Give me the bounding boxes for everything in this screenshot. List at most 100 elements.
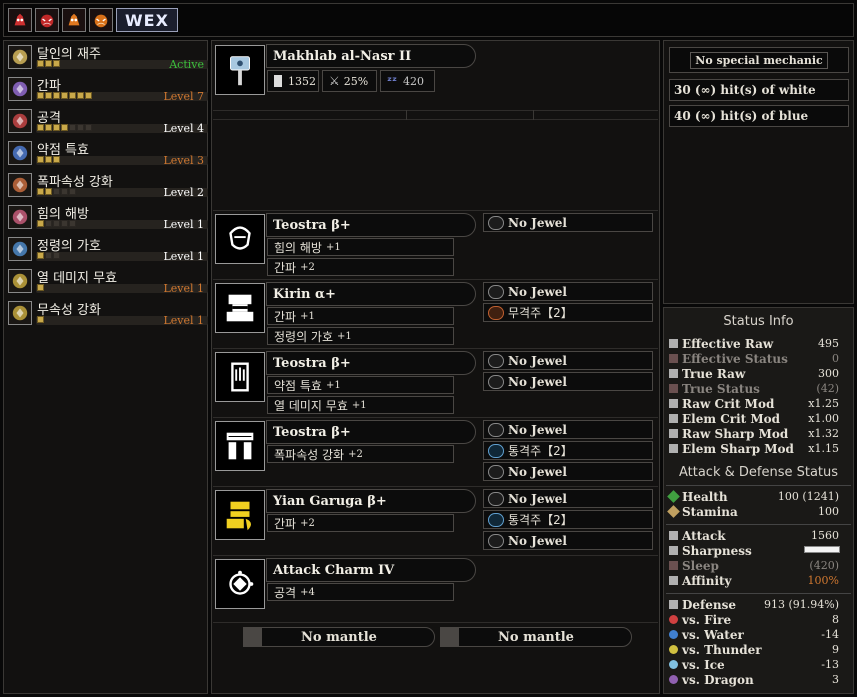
skill-row[interactable]: 약점 특효 Level 3 — [6, 138, 208, 168]
decoration-slot[interactable]: No Jewel — [483, 351, 653, 370]
yellow-skill-icon — [8, 269, 32, 293]
armor-name[interactable]: Teostra β+ — [266, 420, 476, 444]
stat-row: vs. Water -14 — [664, 628, 853, 642]
blue-skill-icon — [8, 141, 32, 165]
armor-skill-name: 열 데미지 무효 — [274, 398, 348, 413]
armor-name[interactable]: Teostra β+ — [266, 351, 476, 375]
skill-row[interactable]: 간파 Level 7 — [6, 74, 208, 104]
decoration-slot[interactable]: No Jewel — [483, 531, 653, 550]
stat-label: Defense — [682, 598, 736, 612]
mantle-label: No mantle — [301, 629, 377, 645]
skill-row[interactable]: 힘의 해방 Level 1 — [6, 202, 208, 232]
decoration-label: No Jewel — [508, 422, 567, 437]
empty-slot-icon — [488, 374, 504, 389]
armor-skill: 공격 +4 — [267, 583, 454, 601]
orange-monster-icon-1[interactable] — [62, 8, 86, 32]
skill-row[interactable]: 폭파속성 강화 Level 2 — [6, 170, 208, 200]
stat-label: vs. Fire — [682, 613, 732, 627]
weapon-element: ᶻᶻ 420 — [380, 70, 435, 92]
armor-skill-name: 공격 — [274, 585, 297, 600]
armor-skill: 힘의 해방 +1 — [267, 238, 454, 256]
waist-icon[interactable] — [215, 421, 265, 471]
orange-skill-icon — [8, 173, 32, 197]
mantle-slot-2[interactable]: No mantle — [440, 627, 632, 647]
decoration-slot[interactable]: No Jewel — [483, 282, 653, 301]
sharpness-bar — [804, 546, 840, 553]
skill-row[interactable]: 무속성 강화 Level 1 — [6, 298, 208, 328]
armor-skill-points: +2 — [348, 448, 363, 460]
red-jewel-icon — [488, 305, 504, 320]
level-pip — [53, 156, 60, 163]
stat-row: Effective Raw 495 — [664, 337, 853, 351]
armor-row-separator — [213, 486, 658, 487]
orange-monster-icon-2[interactable] — [89, 8, 113, 32]
gold-skill-icon — [8, 45, 32, 69]
level-pip — [61, 124, 68, 131]
armor-name[interactable]: Teostra β+ — [266, 213, 476, 237]
stat-value: x1.00 — [808, 412, 839, 425]
water-icon — [669, 630, 678, 639]
stat-icon — [669, 414, 678, 423]
decoration-slot[interactable]: 무격주【2】 — [483, 303, 653, 322]
armor-name[interactable]: Yian Garuga β+ — [266, 489, 476, 513]
stat-row: vs. Ice -13 — [664, 658, 853, 672]
level-pip — [45, 188, 52, 195]
decoration-slot[interactable]: No Jewel — [483, 420, 653, 439]
mantle-slot-1[interactable]: No mantle — [243, 627, 435, 647]
chest-icon[interactable] — [215, 283, 265, 333]
wex-button[interactable]: WEX — [116, 8, 178, 32]
attack-defense-title: Attack & Defense Status — [678, 465, 839, 480]
weapon-icon[interactable] — [215, 45, 265, 95]
decoration-slot[interactable]: No Jewel — [483, 372, 653, 391]
helm-icon[interactable] — [215, 214, 265, 264]
armor-skill-points: +1 — [300, 310, 315, 322]
stamina-icon — [667, 505, 680, 518]
stat-label: Stamina — [682, 505, 738, 519]
stat-row: vs. Thunder 9 — [664, 643, 853, 657]
level-pip — [69, 92, 76, 99]
red-monster-icon-2[interactable] — [35, 8, 59, 32]
decoration-label: No Jewel — [508, 491, 567, 506]
mantle-tab — [441, 628, 459, 646]
armor-skill: 간파 +1 — [267, 307, 454, 325]
armor-skill: 간파 +2 — [267, 258, 454, 276]
level-pip — [37, 188, 44, 195]
empty-slot-icon — [488, 491, 504, 506]
red-monster-icon-1[interactable] — [8, 8, 32, 32]
armor-name[interactable]: Attack Charm IV — [266, 558, 476, 582]
decoration-label: No Jewel — [508, 464, 567, 479]
charm-icon[interactable] — [215, 559, 265, 609]
decoration-slot[interactable]: 통격주【2】 — [483, 510, 653, 529]
empty-slot-icon — [488, 284, 504, 299]
stat-label: Raw Sharp Mod — [682, 427, 789, 441]
armor-row-separator — [213, 279, 658, 280]
skill-row[interactable]: 달인의 재주 Active — [6, 42, 208, 72]
stat-icon — [669, 384, 678, 393]
armor-skill: 간파 +2 — [267, 514, 454, 532]
level-pip — [61, 220, 68, 227]
decoration-slot[interactable]: No Jewel — [483, 462, 653, 481]
pink-skill-icon — [8, 205, 32, 229]
armor-name[interactable]: Kirin α+ — [266, 282, 476, 306]
armor-row-separator — [213, 555, 658, 556]
skill-row[interactable]: 정령의 가호 Level 1 — [6, 234, 208, 264]
stat-row: Affinity 100% — [664, 574, 853, 588]
leg-icon[interactable] — [215, 490, 265, 540]
decoration-slot[interactable]: No Jewel — [483, 213, 653, 232]
decoration-slot[interactable]: 통격주【2】 — [483, 441, 653, 460]
stat-label: Effective Raw — [682, 337, 774, 351]
arm-icon[interactable] — [215, 352, 265, 402]
skill-row[interactable]: 열 데미지 무효 Level 1 — [6, 266, 208, 296]
level-pip — [53, 188, 60, 195]
red-skill-icon — [8, 109, 32, 133]
weapon-element-value: 420 — [403, 74, 425, 88]
decoration-slot[interactable]: No Jewel — [483, 489, 653, 508]
blue-jewel-icon — [488, 443, 504, 458]
stat-row: True Raw 300 — [664, 367, 853, 381]
skill-row[interactable]: 공격 Level 4 — [6, 106, 208, 136]
stat-row: Attack 1560 — [664, 529, 853, 543]
level-pip — [53, 60, 60, 67]
stat-value: x1.25 — [808, 397, 839, 410]
weapon-name[interactable]: Makhlab al-Nasr II — [266, 44, 476, 68]
armor-skill-points: +4 — [300, 586, 315, 598]
